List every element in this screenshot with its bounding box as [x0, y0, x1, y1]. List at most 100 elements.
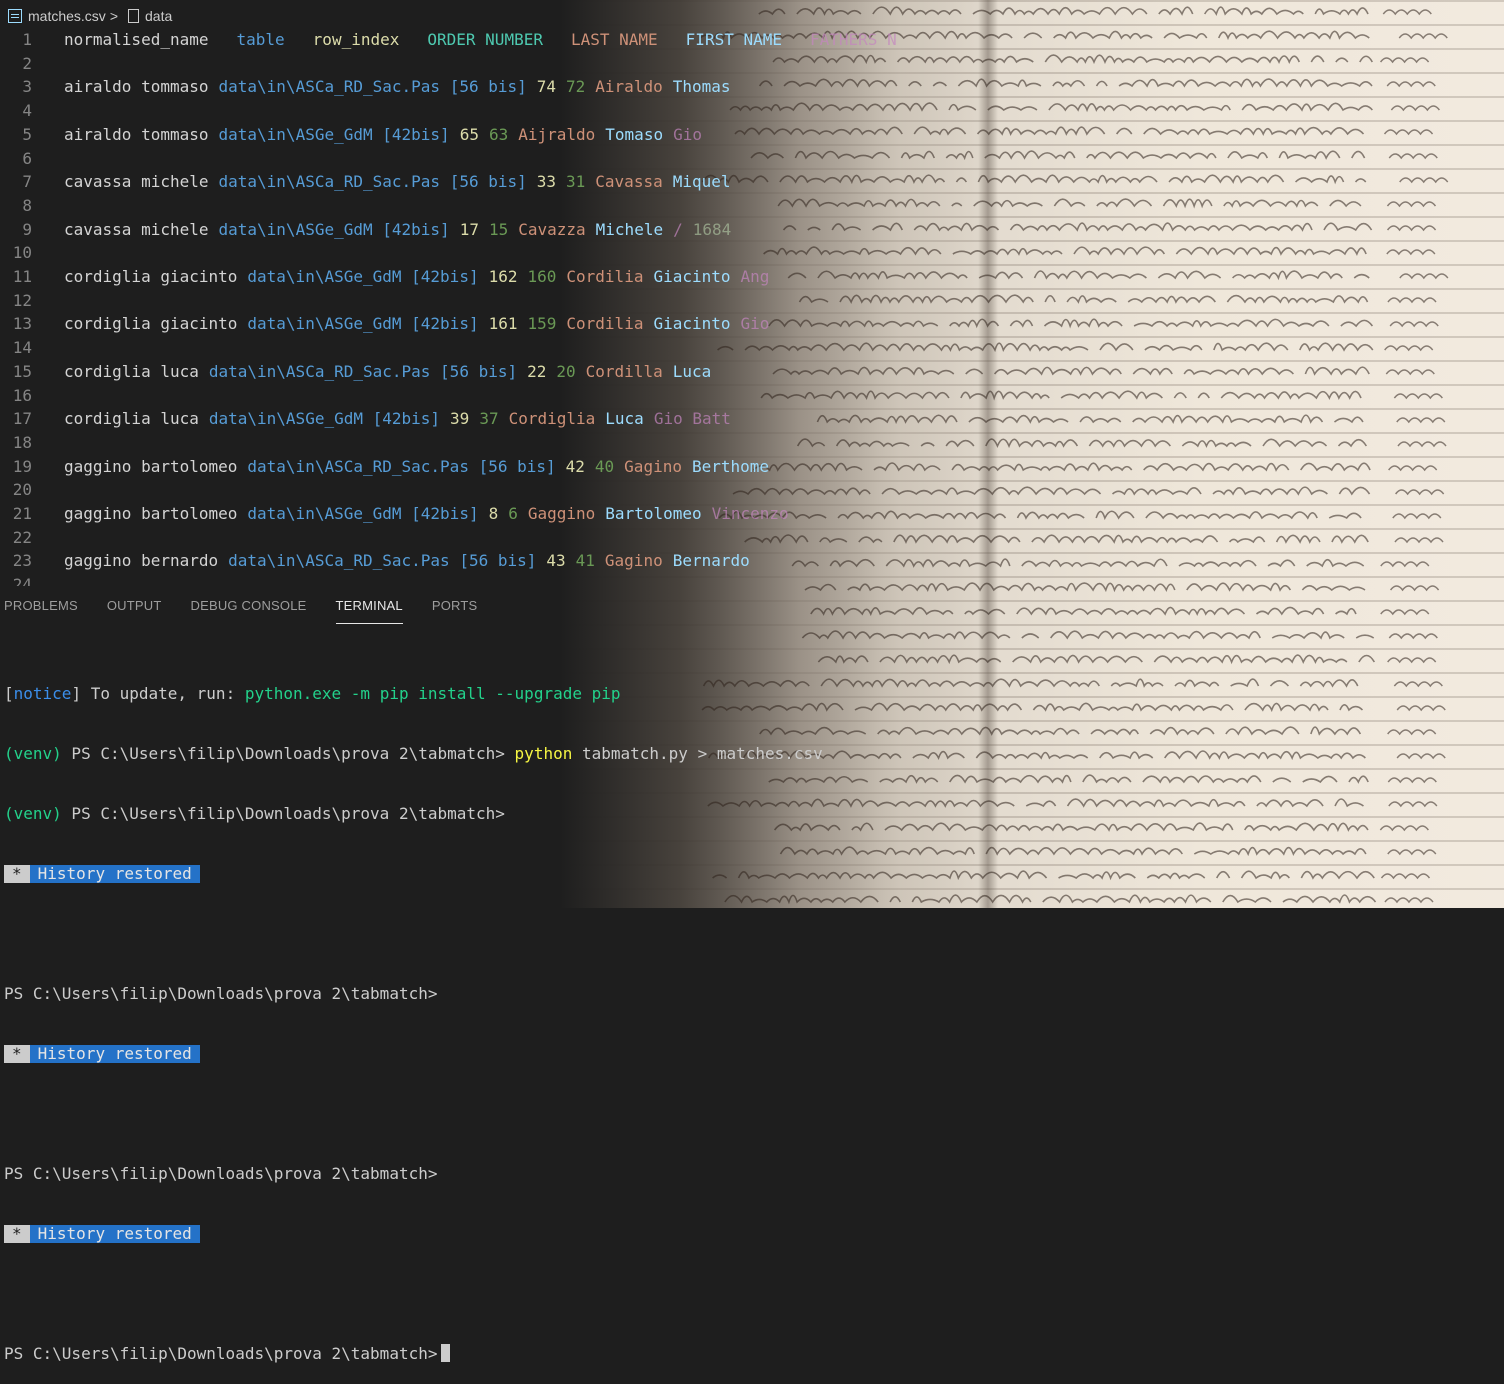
- line-number: 2: [22, 53, 32, 73]
- csv-field-num1: 42: [565, 456, 585, 476]
- handwriting-age: [1380, 609, 1430, 616]
- line-number: 3: [22, 77, 32, 97]
- csv-field-num1: 161: [488, 314, 518, 334]
- csv-row: cordiglia luca data\in\ASCa_RD_Sac.Pas [5…: [64, 360, 721, 384]
- csv-row: normalised_name table row_index ORDER NUMBE…: [64, 28, 925, 52]
- csv-field-table: data\in\ASCa_RD_Sac.Pas [56 bis]: [218, 77, 527, 97]
- venv-label: (venv): [4, 744, 62, 763]
- handwriting-age: [1389, 585, 1440, 592]
- handwriting-age: [1398, 33, 1448, 40]
- csv-field-last: Cordilia: [566, 314, 644, 334]
- csv-field-num2: 40: [594, 456, 615, 476]
- line-number: 8: [22, 195, 32, 215]
- csv-field-num2: 160: [527, 267, 557, 286]
- csv-field-num2: 6: [508, 504, 518, 523]
- csv-field-table: data\in\ASGe_GdM [42bis]: [247, 504, 479, 523]
- csv-field-name: cavassa michele: [64, 219, 209, 239]
- file-icon: [128, 9, 139, 23]
- csv-field-table: data\in\ASGe_GdM [42bis]: [247, 314, 479, 334]
- csv-field-first: Miquel: [672, 172, 731, 192]
- handwriting-age: [1396, 705, 1446, 712]
- terminal-cursor: [441, 1344, 451, 1362]
- csv-field-fath: Gio: [673, 124, 702, 144]
- csv-field-last: Gaggino: [527, 504, 596, 523]
- history-restored-badge: * History restored: [4, 864, 823, 884]
- csv-field-name: gaggino bartolomeo: [64, 504, 238, 523]
- csv-field-name: cordiglia giacinto: [64, 314, 238, 334]
- handwriting-age: [1393, 681, 1443, 688]
- csv-field-fath: /: [673, 219, 683, 239]
- line-number: 10: [12, 243, 32, 263]
- breadcrumb-file[interactable]: matches.csv: [28, 8, 106, 24]
- csv-field-last: Cordilia: [566, 267, 644, 286]
- csv-field-num2: 159: [527, 314, 557, 334]
- handwriting-age: [1386, 201, 1437, 208]
- csv-field-num2: 37: [479, 409, 499, 429]
- handwriting-line: [758, 6, 1369, 16]
- tab-debug-console[interactable]: DEBUG CONSOLE: [191, 598, 307, 624]
- handwriting-line: [773, 822, 1369, 833]
- terminal[interactable]: [notice] To update, run: python.exe -m p…: [4, 644, 823, 1384]
- notice-label: notice: [13, 684, 72, 703]
- handwriting-age: [1386, 225, 1437, 232]
- csv-field-first: FIRST NAME: [685, 30, 782, 49]
- breadcrumb-section[interactable]: data: [145, 8, 172, 24]
- tab-problems[interactable]: PROBLEMS: [4, 598, 78, 624]
- csv-field-num1: 65: [459, 124, 479, 144]
- csv-field-order: ORDER NUMBER: [427, 30, 543, 49]
- terminal-line-prompt: (venv) PS C:\Users\filip\Downloads\prova…: [4, 804, 515, 823]
- line-number: 9: [22, 219, 32, 239]
- csv-field-table: data\in\ASCa_RD_Sac.Pas [56 bis]: [218, 172, 527, 192]
- handwriting-age: [1388, 633, 1438, 640]
- csv-field-num2: 15: [488, 219, 509, 239]
- handwriting-line: [817, 654, 1376, 665]
- csv-row: cordiglia giacinto data\in\ASGe_GdM [42bi…: [64, 312, 779, 336]
- csv-field-first: Luca: [672, 361, 712, 381]
- csv-field-name: normalised_name: [64, 30, 209, 49]
- csv-field-name: cavassa michele: [64, 172, 209, 192]
- csv-field-idx: row_index: [312, 30, 400, 49]
- panel-tabs: PROBLEMS OUTPUT DEBUG CONSOLE TERMINAL PORTS: [0, 598, 502, 624]
- csv-field-last: Gagino: [604, 551, 663, 571]
- handwriting-age: [1394, 537, 1444, 544]
- csv-field-last: Aijraldo: [518, 124, 596, 144]
- csv-field-last: Cavazza: [518, 219, 586, 239]
- tab-terminal[interactable]: TERMINAL: [335, 598, 403, 624]
- handwriting-age: [1387, 297, 1437, 304]
- csv-field-num1: 162: [488, 267, 518, 286]
- csv-field-first: Bernardo: [672, 551, 750, 571]
- csv-field-first: Michele: [595, 219, 664, 239]
- csv-field-num1: 43: [546, 551, 566, 571]
- handwriting-age: [1388, 153, 1438, 160]
- csv-field-table: data\in\ASCa_RD_Sac.Pas [56 bis]: [247, 456, 556, 476]
- csv-field-num2: 63: [488, 124, 509, 144]
- tab-ports[interactable]: PORTS: [432, 598, 478, 624]
- handwriting-age: [1389, 321, 1439, 328]
- tab-output[interactable]: OUTPUT: [107, 598, 162, 624]
- notice-command: python.exe -m pip install --upgrade pip: [244, 684, 621, 703]
- line-number: 21: [12, 504, 32, 523]
- csv-field-table: data\in\ASGe_GdM [42bis]: [208, 409, 441, 429]
- line-number: 14: [12, 338, 32, 358]
- line-number: 17: [12, 409, 32, 429]
- line-number: 12: [12, 290, 32, 310]
- csv-field-first: Tomaso: [605, 124, 664, 144]
- handwriting-age: [1385, 369, 1435, 376]
- handwriting-age: [1387, 729, 1437, 736]
- line-number: 1: [22, 30, 32, 49]
- terminal-line-prompt: PS C:\Users\filip\Downloads\prova 2\tabm…: [4, 984, 438, 1003]
- csv-field-num1: 39: [450, 409, 470, 429]
- csv-field-name: gaggino bartolomeo: [64, 456, 238, 476]
- csv-field-first: Thomas: [672, 77, 731, 97]
- line-number: 15: [12, 361, 32, 381]
- csv-field-first: Luca: [605, 409, 644, 429]
- csv-field-last: Airaldo: [595, 77, 663, 97]
- csv-field-table: table: [236, 30, 285, 49]
- handwriting-age: [1393, 393, 1443, 400]
- csv-row: cavassa michele data\in\ASCa_RD_Sac.Pas […: [64, 170, 741, 194]
- csv-field-first: Giacinto: [653, 314, 731, 334]
- csv-row: airaldo tommaso data\in\ASCa_RD_Sac.Pas […: [64, 75, 741, 99]
- terminal-input-line[interactable]: PS C:\Users\filip\Downloads\prova 2\tabm…: [4, 1344, 823, 1364]
- csv-row: cordiglia giacinto data\in\ASGe_GdM [42bi…: [64, 265, 779, 289]
- editor[interactable]: 1 normalised_name table row_index ORDER NUMB…: [0, 28, 980, 586]
